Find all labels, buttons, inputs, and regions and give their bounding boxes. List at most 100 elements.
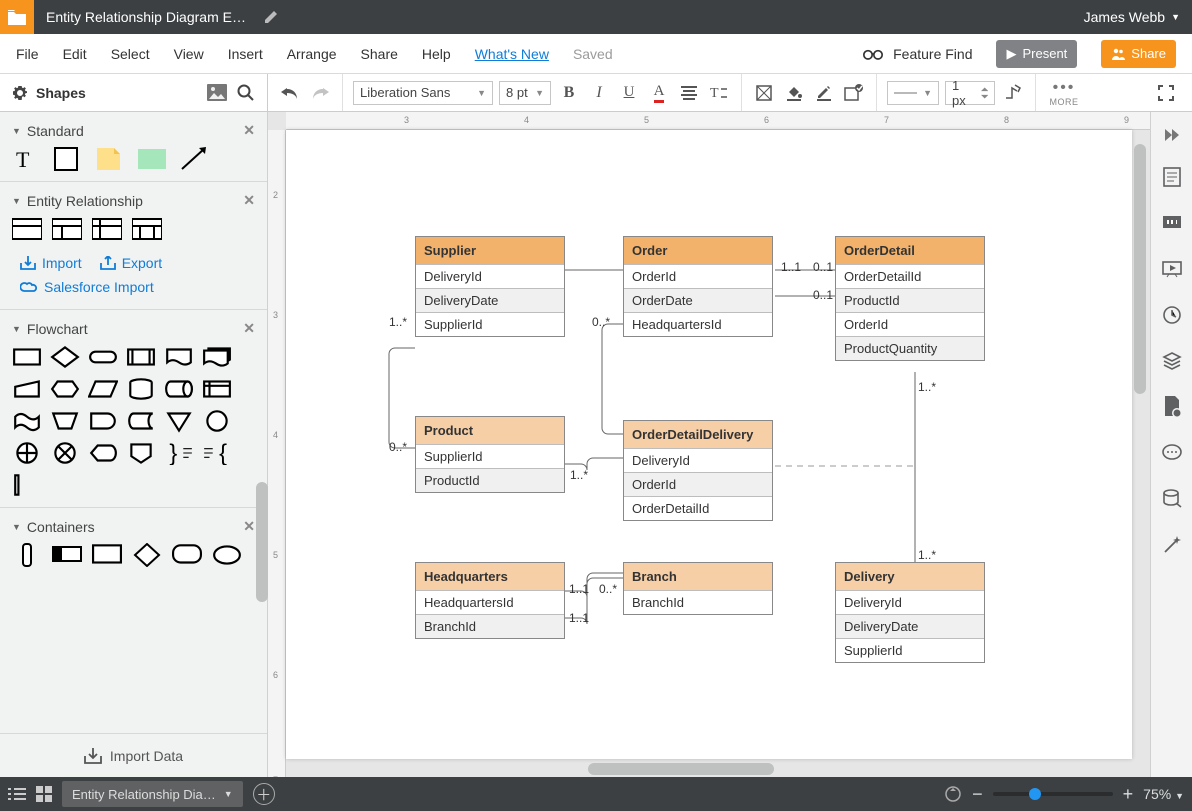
zoom-out-button[interactable]: − <box>972 784 983 805</box>
rail-chat-icon[interactable] <box>1151 432 1192 474</box>
import-data-button[interactable]: Import Data <box>0 733 267 777</box>
cont-ellipse[interactable] <box>212 543 242 567</box>
close-panel-icon[interactable]: ✕ <box>243 192 255 209</box>
entity-orderdetaildelivery[interactable]: OrderDetailDelivery DeliveryId OrderId O… <box>623 420 773 521</box>
scrollbar-vertical[interactable] <box>1134 144 1146 394</box>
cont-diamond[interactable] <box>132 543 162 567</box>
fc-diamond[interactable] <box>50 345 80 369</box>
fc-manualop[interactable] <box>50 409 80 433</box>
fc-brace-r[interactable]: } <box>164 441 194 465</box>
rail-wand-icon[interactable] <box>1151 524 1192 566</box>
textoverflow-button[interactable]: T <box>707 81 731 105</box>
import-link[interactable]: Import <box>20 255 82 271</box>
entity-order[interactable]: Order OrderId OrderDate HeadquartersId <box>623 236 773 337</box>
rail-dbstack-icon[interactable] <box>1151 478 1192 520</box>
fc-connector[interactable] <box>202 409 232 433</box>
menu-help[interactable]: Help <box>422 46 451 62</box>
page-tab[interactable]: Entity Relationship Dia…▼ <box>62 781 243 807</box>
app-logo-tile[interactable] <box>0 0 34 34</box>
more-button[interactable]: ••• MORE <box>1046 81 1082 105</box>
rail-history-icon[interactable] <box>1151 294 1192 336</box>
fc-terminator[interactable] <box>88 345 118 369</box>
grid-view-icon[interactable] <box>36 786 52 802</box>
linebend-button[interactable] <box>1001 81 1025 105</box>
close-panel-icon[interactable]: ✕ <box>243 518 255 535</box>
list-view-icon[interactable] <box>8 787 26 801</box>
fc-directdata[interactable] <box>164 377 194 401</box>
fc-predef[interactable] <box>126 345 156 369</box>
underline-button[interactable]: U <box>617 81 641 105</box>
fc-intern[interactable] <box>202 377 232 401</box>
rail-present-icon[interactable] <box>1151 248 1192 290</box>
fc-stored[interactable] <box>126 409 156 433</box>
entity-orderdetail[interactable]: OrderDetail OrderDetailId ProductId Orde… <box>835 236 985 361</box>
undo-button[interactable] <box>278 81 302 105</box>
fc-doc[interactable] <box>164 345 194 369</box>
rail-data-icon[interactable] <box>1151 386 1192 428</box>
fullscreen-button[interactable] <box>1154 81 1178 105</box>
fc-display[interactable] <box>88 441 118 465</box>
align-button[interactable] <box>677 81 701 105</box>
shape-block[interactable] <box>138 147 168 171</box>
shape-erd-4[interactable] <box>132 217 162 241</box>
linestyle-select[interactable]: ▼ <box>887 81 939 105</box>
redo-button[interactable] <box>308 81 332 105</box>
image-tool-icon[interactable] <box>207 84 227 101</box>
shape-erd-2[interactable] <box>52 217 82 241</box>
bordercolor-button[interactable] <box>812 81 836 105</box>
document-title[interactable]: Entity Relationship Diagram Exa… <box>34 9 264 25</box>
shape-erd-3[interactable] <box>92 217 122 241</box>
fc-manualin[interactable] <box>12 377 42 401</box>
edit-title-icon[interactable] <box>264 10 278 24</box>
shape-text[interactable]: T <box>12 147 42 171</box>
search-icon[interactable] <box>237 84 255 102</box>
add-page-button[interactable]: ＋ <box>253 783 275 805</box>
user-menu[interactable]: James Webb ▼ <box>1072 9 1192 25</box>
menu-view[interactable]: View <box>174 46 204 62</box>
shape-note[interactable] <box>96 147 126 171</box>
caret-down-icon[interactable]: ▼ <box>12 126 21 136</box>
menu-share[interactable]: Share <box>361 46 398 62</box>
fontsize-select[interactable]: 8 pt▼ <box>499 81 551 105</box>
shape-square[interactable] <box>54 147 84 171</box>
fc-prep[interactable] <box>50 377 80 401</box>
shape-arrow[interactable] <box>180 147 210 171</box>
menu-whatsnew[interactable]: What's New <box>475 46 549 62</box>
feature-find[interactable]: Feature Find <box>893 46 972 62</box>
italic-button[interactable]: I <box>587 81 611 105</box>
menu-arrange[interactable]: Arrange <box>287 46 337 62</box>
zoom-value[interactable]: 75% ▼ <box>1143 786 1184 802</box>
close-panel-icon[interactable]: ✕ <box>243 122 255 139</box>
shapestyle-button[interactable] <box>842 81 866 105</box>
scrollbar-horizontal[interactable] <box>588 763 774 775</box>
cont-pill[interactable] <box>12 543 42 567</box>
entity-supplier[interactable]: Supplier DeliveryId DeliveryDate Supplie… <box>415 236 565 337</box>
share-button[interactable]: Share <box>1101 40 1176 68</box>
fillcolor-button[interactable] <box>782 81 806 105</box>
fc-ptape[interactable] <box>12 409 42 433</box>
canvas[interactable]: 1..* 0..* 1..* 0..* 1..1 0..1 0..1 1..* … <box>286 130 1132 759</box>
salesforce-import-link[interactable]: Salesforce Import <box>20 279 154 295</box>
zoom-slider[interactable] <box>993 792 1113 796</box>
shapefill-button[interactable] <box>752 81 776 105</box>
fc-or[interactable] <box>12 441 42 465</box>
shape-erd-1[interactable] <box>12 217 42 241</box>
fc-multidoc[interactable] <box>202 345 232 369</box>
autosave-icon[interactable] <box>944 785 962 803</box>
fc-db[interactable] <box>126 377 156 401</box>
collapse-rail-button[interactable] <box>1151 118 1192 152</box>
menu-edit[interactable]: Edit <box>63 46 87 62</box>
entity-branch[interactable]: Branch BranchId <box>623 562 773 615</box>
gear-icon[interactable] <box>12 85 28 101</box>
textcolor-button[interactable]: A <box>647 81 671 105</box>
linewidth-select[interactable]: 1 px <box>945 81 995 105</box>
font-select[interactable]: Liberation Sans▼ <box>353 81 493 105</box>
scrollbar-sidebar[interactable] <box>256 482 268 602</box>
caret-down-icon[interactable]: ▼ <box>12 522 21 532</box>
caret-down-icon[interactable]: ▼ <box>12 196 21 206</box>
entity-product[interactable]: Product SupplierId ProductId <box>415 416 565 493</box>
cont-rect[interactable] <box>92 543 122 567</box>
bold-button[interactable]: B <box>557 81 581 105</box>
caret-down-icon[interactable]: ▼ <box>12 324 21 334</box>
zoom-in-button[interactable]: + <box>1123 784 1134 805</box>
